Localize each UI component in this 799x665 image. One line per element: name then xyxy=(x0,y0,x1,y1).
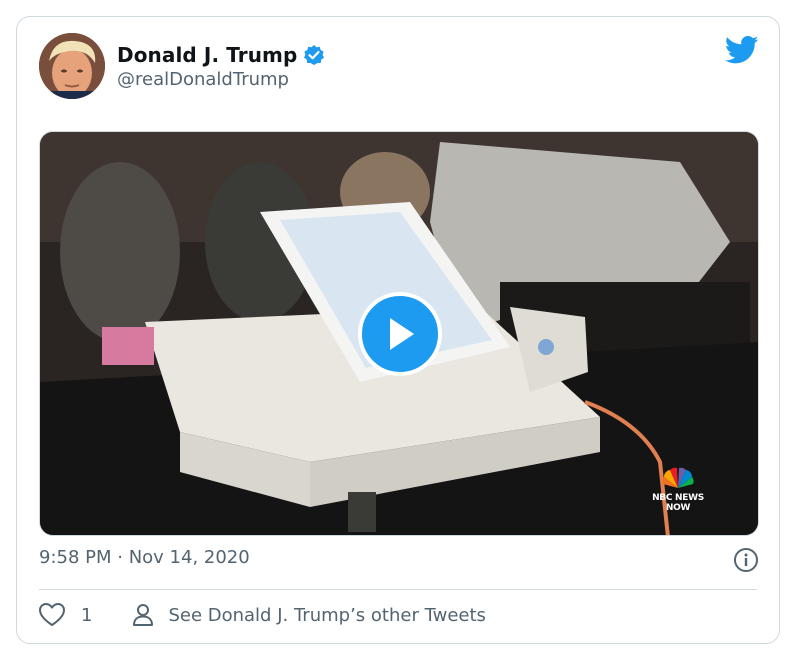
play-button[interactable] xyxy=(358,292,442,376)
tweet-actions: 1 See Donald J. Trump’s other Tweets xyxy=(39,603,486,627)
person-icon xyxy=(133,604,154,626)
other-tweets-link[interactable]: See Donald J. Trump’s other Tweets xyxy=(132,603,486,627)
author-name-row: Donald J. Trump xyxy=(117,43,325,67)
like-count: 1 xyxy=(81,604,93,626)
author-name[interactable]: Donald J. Trump xyxy=(117,43,297,67)
info-icon[interactable] xyxy=(733,547,759,573)
tweet-card: Donald J. Trump @realDonaldTrump NBC NEW… xyxy=(16,16,780,644)
heart-icon xyxy=(39,603,65,626)
other-tweets-label: See Donald J. Trump’s other Tweets xyxy=(168,604,486,626)
watermark-line1: NBC NEWS xyxy=(652,493,704,503)
nbc-news-now-watermark: NBC NEWS NOW xyxy=(648,467,708,513)
verified-badge-icon xyxy=(303,44,325,66)
avatar[interactable] xyxy=(39,33,105,99)
twitter-bird-icon[interactable] xyxy=(724,35,759,65)
play-icon xyxy=(390,318,414,350)
video-media[interactable]: NBC NEWS NOW xyxy=(39,131,759,536)
watermark-line2: NOW xyxy=(665,503,691,513)
author-handle[interactable]: @realDonaldTrump xyxy=(117,69,289,90)
tweet-timestamp[interactable]: 9:58 PM · Nov 14, 2020 xyxy=(39,547,250,568)
peacock-logo-icon xyxy=(662,467,694,488)
divider xyxy=(39,589,757,590)
like-button[interactable]: 1 xyxy=(39,603,92,627)
